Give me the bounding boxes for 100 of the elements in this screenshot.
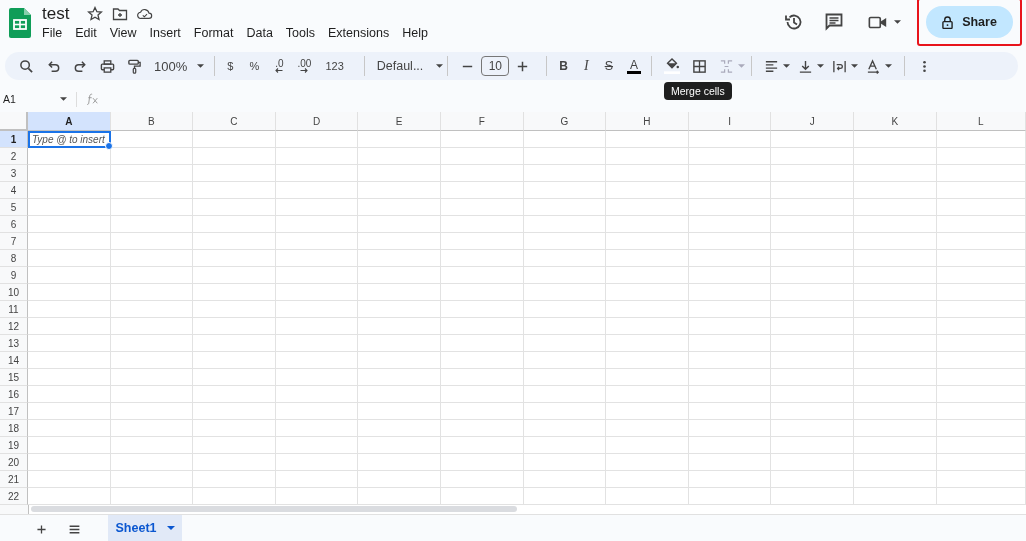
grid-cell[interactable] xyxy=(853,199,937,216)
grid-cell[interactable] xyxy=(688,216,772,233)
grid-cell[interactable] xyxy=(28,420,111,437)
grid-cell[interactable] xyxy=(523,165,607,182)
grid-cell[interactable] xyxy=(936,335,1026,352)
grid-cell[interactable] xyxy=(523,284,607,301)
sheet-tab[interactable]: Sheet1 xyxy=(108,515,182,541)
row-header[interactable]: 19 xyxy=(0,437,28,454)
grid-cell[interactable] xyxy=(358,250,441,267)
grid-cell[interactable] xyxy=(688,284,772,301)
grid-cell[interactable] xyxy=(110,369,194,386)
grid-cell[interactable] xyxy=(28,216,111,233)
grid-cell[interactable] xyxy=(110,284,194,301)
grid-cell[interactable] xyxy=(28,233,111,250)
grid-cell[interactable] xyxy=(275,403,359,420)
row-header[interactable]: 22 xyxy=(0,488,28,505)
grid-cell[interactable] xyxy=(358,284,441,301)
row-header[interactable]: 12 xyxy=(0,318,28,335)
grid-cell[interactable] xyxy=(606,233,689,250)
column-header[interactable]: C xyxy=(193,112,276,131)
grid-cell[interactable] xyxy=(275,471,359,488)
grid-cell[interactable] xyxy=(275,301,359,318)
grid-cell[interactable] xyxy=(440,335,524,352)
grid-cell[interactable] xyxy=(606,148,689,165)
grid-cell[interactable] xyxy=(936,386,1026,403)
grid-cell[interactable] xyxy=(853,182,937,199)
grid-cell[interactable] xyxy=(771,182,854,199)
grid-cell[interactable] xyxy=(193,488,276,505)
grid-cell[interactable] xyxy=(936,148,1026,165)
grid-cell[interactable] xyxy=(688,199,772,216)
grid-cell[interactable] xyxy=(358,301,441,318)
grid-cell[interactable] xyxy=(28,182,111,199)
grid-cell[interactable] xyxy=(771,284,854,301)
grid-cell[interactable] xyxy=(275,488,359,505)
undo-icon[interactable] xyxy=(46,58,61,74)
grid-cell[interactable] xyxy=(853,335,937,352)
grid-cell[interactable] xyxy=(193,148,276,165)
bold-button[interactable]: B xyxy=(559,59,568,73)
menu-item[interactable]: Edit xyxy=(69,26,103,40)
grid-cell[interactable] xyxy=(936,182,1026,199)
decrease-decimal-button[interactable]: .0 xyxy=(275,59,284,73)
grid-cell[interactable] xyxy=(28,318,111,335)
grid-cell[interactable] xyxy=(688,420,772,437)
grid-cell[interactable] xyxy=(606,318,689,335)
text-rotation-dropdown[interactable] xyxy=(866,58,893,74)
grid-cell[interactable] xyxy=(771,488,854,505)
all-sheets-icon[interactable] xyxy=(68,523,81,536)
redo-icon[interactable] xyxy=(73,58,88,74)
caret-icon[interactable] xyxy=(60,97,67,101)
grid-cell[interactable] xyxy=(523,233,607,250)
select-all-corner[interactable] xyxy=(0,112,28,131)
grid-cell[interactable] xyxy=(440,403,524,420)
grid-cell[interactable] xyxy=(275,182,359,199)
grid-cell[interactable] xyxy=(193,352,276,369)
grid-cell[interactable] xyxy=(440,131,524,148)
grid-cell[interactable] xyxy=(771,352,854,369)
column-header[interactable]: H xyxy=(606,112,689,131)
grid-cell[interactable] xyxy=(28,148,111,165)
grid-cell[interactable] xyxy=(275,233,359,250)
grid-cell[interactable] xyxy=(936,250,1026,267)
grid-cell[interactable] xyxy=(771,165,854,182)
grid-cell[interactable] xyxy=(193,386,276,403)
grid-cell[interactable] xyxy=(771,386,854,403)
grid-cell[interactable] xyxy=(523,471,607,488)
grid-cell[interactable] xyxy=(936,131,1026,148)
name-box[interactable]: A1 xyxy=(3,93,60,105)
sheets-logo-icon[interactable] xyxy=(9,8,31,38)
grid-cell[interactable] xyxy=(688,233,772,250)
grid-cell[interactable] xyxy=(853,301,937,318)
row-header[interactable]: 1 xyxy=(0,131,28,148)
grid-cell[interactable] xyxy=(193,233,276,250)
grid-cell[interactable] xyxy=(440,420,524,437)
grid-cell[interactable] xyxy=(853,318,937,335)
grid-cell[interactable] xyxy=(523,437,607,454)
grid-cell[interactable] xyxy=(110,488,194,505)
grid-cell[interactable] xyxy=(193,267,276,284)
row-header[interactable]: 2 xyxy=(0,148,28,165)
grid-cell[interactable] xyxy=(688,165,772,182)
vertical-align-dropdown[interactable] xyxy=(798,58,825,74)
row-header[interactable]: 7 xyxy=(0,233,28,250)
grid-cell[interactable] xyxy=(193,284,276,301)
grid-cell[interactable] xyxy=(936,471,1026,488)
grid-cell[interactable] xyxy=(358,403,441,420)
grid-cell[interactable] xyxy=(688,471,772,488)
grid-cell[interactable] xyxy=(771,148,854,165)
grid-cell[interactable] xyxy=(523,352,607,369)
grid-cell[interactable] xyxy=(193,250,276,267)
grid-cell[interactable] xyxy=(688,386,772,403)
grid-cell[interactable] xyxy=(440,284,524,301)
grid-cell[interactable] xyxy=(936,284,1026,301)
grid-cell[interactable] xyxy=(936,488,1026,505)
grid-cell[interactable] xyxy=(440,233,524,250)
grid-cell[interactable] xyxy=(110,301,194,318)
grid-cell[interactable] xyxy=(688,301,772,318)
grid-cell[interactable] xyxy=(110,182,194,199)
grid-cell[interactable] xyxy=(358,420,441,437)
active-cell[interactable]: Type @ to insert xyxy=(28,131,111,148)
row-header[interactable]: 18 xyxy=(0,420,28,437)
grid-cell[interactable] xyxy=(275,250,359,267)
grid-cell[interactable] xyxy=(193,335,276,352)
